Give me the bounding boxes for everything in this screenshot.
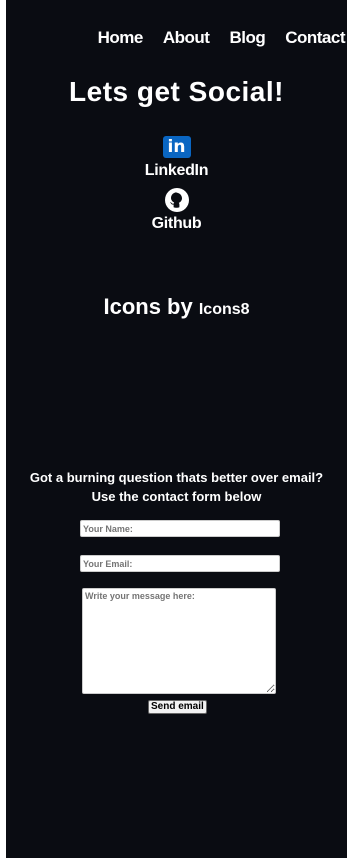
name-input[interactable]: [80, 520, 280, 537]
icons8-link[interactable]: Icons8: [199, 301, 250, 318]
icons-credit: Icons by Icons8: [6, 294, 347, 320]
contact-question-line2: Use the contact form below: [91, 489, 262, 504]
email-input[interactable]: [80, 555, 280, 572]
linkedin-icon: in: [162, 136, 191, 158]
github-link[interactable]: Github: [6, 188, 347, 233]
linkedin-label: LinkedIn: [144, 162, 209, 179]
linkedin-link[interactable]: in LinkedIn: [6, 136, 347, 180]
social-heading: Lets get Social!: [69, 76, 284, 107]
send-email-button[interactable]: Send email: [148, 700, 207, 714]
contact-question: Got a burning question thats better over…: [0, 468, 347, 506]
github-icon: [164, 188, 189, 212]
github-label: Github: [151, 215, 202, 232]
page-background: Home About Blog Contact Lets get Social!…: [6, 0, 347, 858]
icons-credit-prefix: Icons by: [103, 294, 193, 319]
message-textarea[interactable]: [82, 588, 276, 694]
nav-about[interactable]: About: [163, 28, 210, 48]
nav-blog[interactable]: Blog: [229, 28, 265, 48]
contact-question-line1: Got a burning question thats better over…: [29, 470, 324, 485]
nav-home[interactable]: Home: [98, 28, 144, 48]
top-nav: Home About Blog Contact: [98, 28, 346, 48]
nav-contact[interactable]: Contact: [285, 28, 345, 48]
